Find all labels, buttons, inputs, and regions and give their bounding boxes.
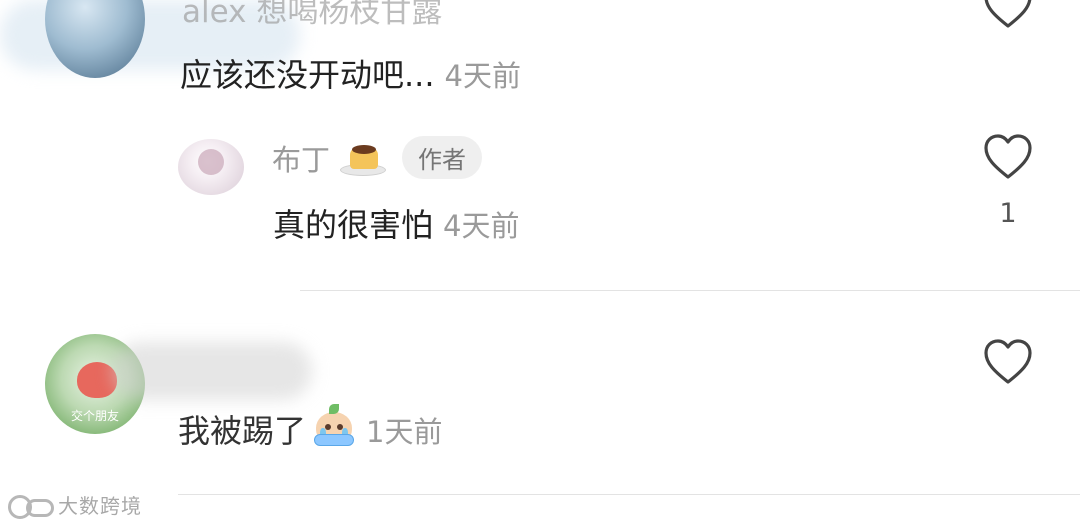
reply-text: 真的很害怕 4天前	[273, 200, 519, 246]
like-count: 1	[999, 198, 1017, 229]
divider	[178, 494, 1080, 495]
watermark-logo-icon	[8, 493, 54, 519]
heart-outline-icon	[984, 0, 1032, 28]
blurred-username	[112, 342, 312, 400]
crying-emoji	[312, 404, 356, 448]
watermark-text: 大数跨境	[58, 494, 142, 518]
comment-content: 我被踢了	[178, 412, 307, 450]
comment-text: 应该还没开动吧... 4天前	[180, 50, 521, 96]
reply-content: 真的很害怕	[273, 206, 434, 244]
reply-time: 4天前	[443, 209, 520, 243]
reply-author-row: 布丁 作者	[272, 136, 483, 179]
watermark: 大数跨境	[8, 490, 142, 519]
avatar-text: 交个朋友	[70, 409, 119, 423]
comment-content: 应该还没开动吧...	[180, 56, 435, 94]
like-button[interactable]	[982, 338, 1034, 386]
heart-outline-icon	[984, 134, 1032, 179]
reply-author[interactable]: 布丁	[272, 137, 330, 179]
avatar[interactable]	[178, 139, 244, 195]
heart-outline-icon	[984, 339, 1032, 384]
comment-time: 1天前	[366, 415, 443, 449]
comment-text: 我被踢了 1天前	[178, 404, 442, 452]
comment-time: 4天前	[444, 59, 521, 93]
like-button[interactable]	[982, 0, 1034, 30]
divider	[300, 290, 1080, 291]
pudding-emoji	[340, 140, 387, 176]
like-button[interactable]	[982, 133, 1034, 181]
author-badge: 作者	[402, 136, 483, 179]
comment-author[interactable]: alex 想喝杨枝甘露	[182, 0, 442, 31]
